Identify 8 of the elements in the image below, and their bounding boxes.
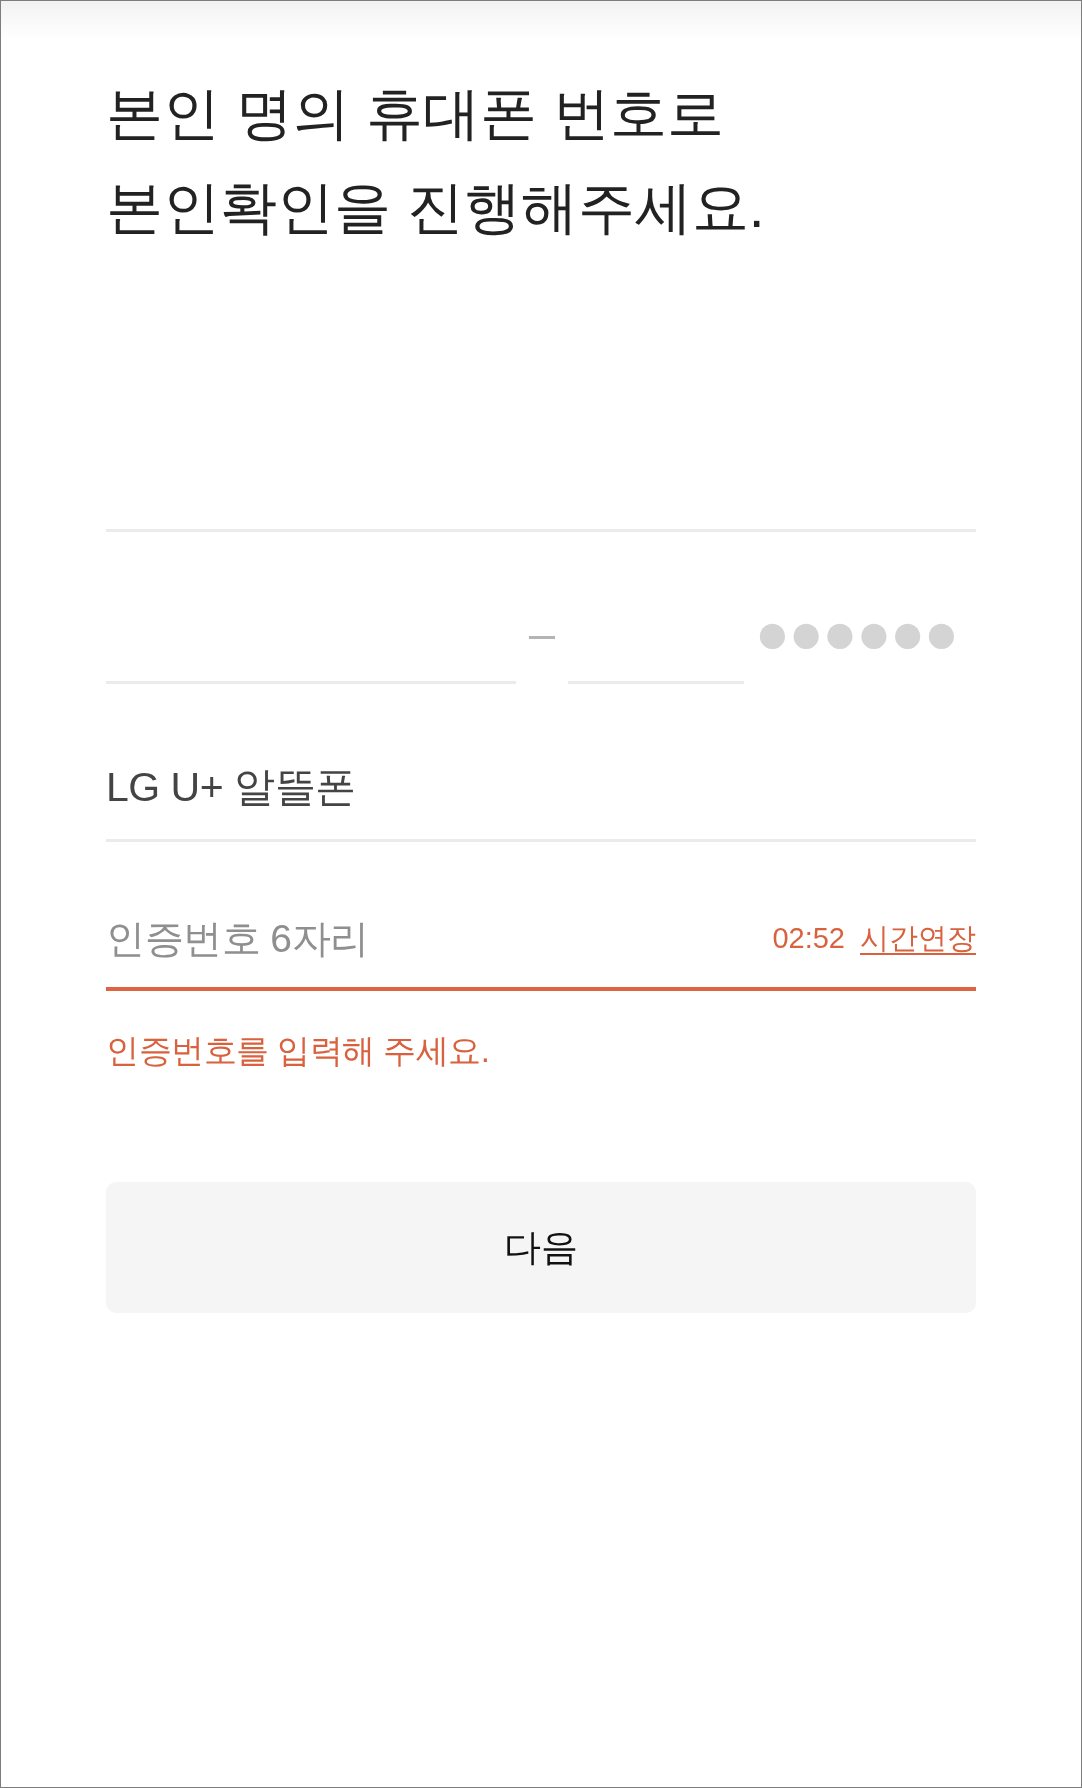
timer-text: 02:52 xyxy=(772,921,845,957)
page-title: 본인 명의 휴대폰 번호로 본인확인을 진행해주세요. xyxy=(106,80,766,241)
auth-code-field[interactable]: 인증번호 6자리 02:52 시간연장 xyxy=(106,891,976,991)
carrier-select[interactable]: LG U+ 알뜰폰 xyxy=(106,742,976,842)
masked-digits: ●●●●●● xyxy=(758,614,961,654)
dash-icon xyxy=(529,635,555,639)
error-message: 인증번호를 입력해 주세요. xyxy=(106,1031,490,1071)
extend-time-link[interactable]: 시간연장 xyxy=(860,917,976,961)
